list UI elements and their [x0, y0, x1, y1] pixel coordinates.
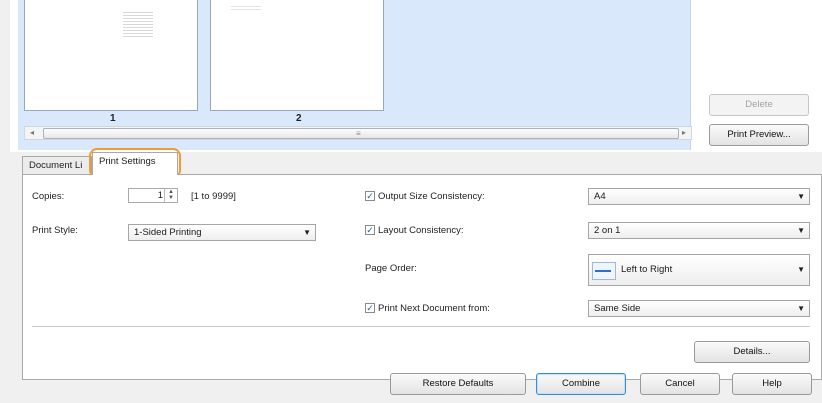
spin-down-icon[interactable]: ▼: [165, 195, 177, 201]
scrollbar-thumb[interactable]: ≡: [43, 128, 679, 139]
page-order-select[interactable]: Left to Right ▼: [588, 254, 810, 286]
left-to-right-icon: [592, 262, 616, 280]
scroll-left-icon[interactable]: ◂: [25, 127, 39, 139]
tab-join: [93, 173, 177, 175]
thumbnail-content: [231, 4, 261, 10]
scroll-right-icon[interactable]: ▸: [677, 127, 691, 139]
output-size-label: Output Size Consistency:: [378, 191, 485, 202]
chevron-down-icon: ▼: [797, 304, 805, 313]
copies-stepper[interactable]: 1 ▲ ▼: [128, 188, 178, 203]
grip-icon: ≡: [356, 129, 361, 138]
chevron-down-icon: ▼: [797, 265, 805, 274]
layout-label: Layout Consistency:: [378, 225, 464, 236]
print-style-select[interactable]: 1-Sided Printing ▼: [128, 224, 316, 241]
layout-value: 2 on 1: [594, 225, 621, 236]
combine-button[interactable]: Combine: [536, 373, 626, 395]
page-thumbnail-1[interactable]: [24, 0, 198, 111]
tab-document-list[interactable]: Document Li: [22, 156, 92, 176]
copies-value: 1: [157, 190, 163, 201]
thumbnail-content: [123, 10, 153, 38]
page-number-1: 1: [110, 113, 116, 124]
help-button[interactable]: Help: [732, 373, 812, 395]
page-thumbnail-2[interactable]: [210, 0, 384, 111]
stepper-buttons[interactable]: ▲ ▼: [164, 189, 177, 202]
output-size-checkbox[interactable]: ✓: [365, 191, 375, 201]
print-next-checkbox[interactable]: ✓: [365, 303, 375, 313]
cancel-button[interactable]: Cancel: [640, 373, 720, 395]
settings-divider: [32, 326, 810, 327]
output-size-select[interactable]: A4 ▼: [588, 188, 810, 205]
chevron-down-icon: ▼: [303, 228, 311, 237]
details-button[interactable]: Details...: [694, 341, 810, 363]
preview-horizontal-scrollbar[interactable]: ◂ ≡ ▸: [24, 126, 692, 140]
print-preview-button[interactable]: Print Preview...: [709, 124, 809, 146]
page-order-label: Page Order:: [365, 263, 417, 274]
print-style-label: Print Style:: [32, 225, 78, 236]
chevron-down-icon: ▼: [797, 192, 805, 201]
print-next-label: Print Next Document from:: [378, 303, 490, 314]
copies-label: Copies:: [32, 191, 65, 202]
page-order-value: Left to Right: [621, 264, 673, 275]
print-style-value: 1-Sided Printing: [134, 227, 202, 238]
copies-range: [1 to 9999]: [191, 191, 236, 202]
restore-defaults-button[interactable]: Restore Defaults: [390, 373, 526, 395]
output-size-value: A4: [594, 191, 606, 202]
chevron-down-icon: ▼: [797, 226, 805, 235]
window-left-edge: [0, 0, 10, 403]
layout-checkbox[interactable]: ✓: [365, 225, 375, 235]
layout-select[interactable]: 2 on 1 ▼: [588, 222, 810, 239]
page-number-2: 2: [296, 113, 302, 124]
print-next-value: Same Side: [594, 303, 641, 314]
delete-button[interactable]: Delete: [709, 94, 809, 116]
print-next-select[interactable]: Same Side ▼: [588, 300, 810, 317]
